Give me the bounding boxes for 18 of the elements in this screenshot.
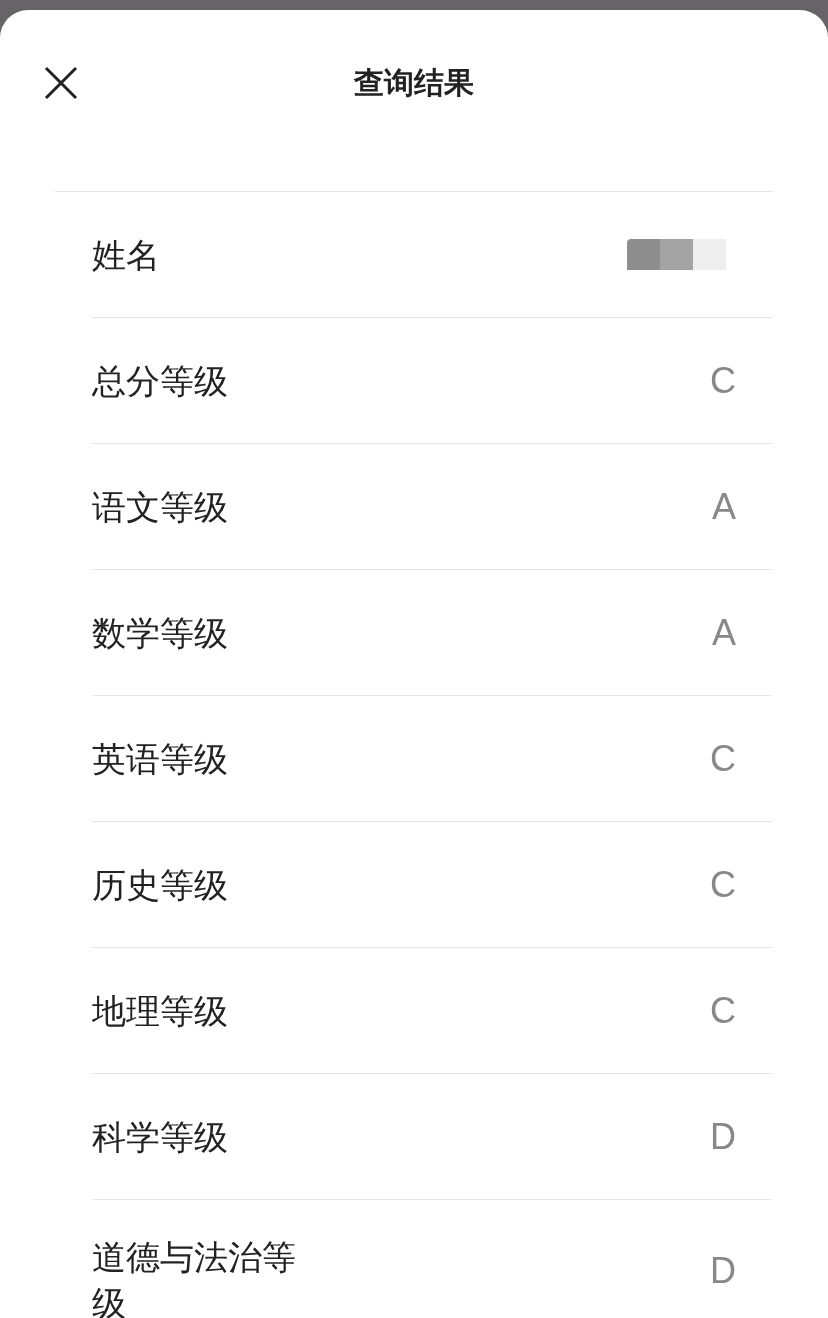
- field-label: 历史等级: [92, 863, 229, 907]
- field-value: A: [712, 611, 736, 654]
- field-label: 科学等级: [92, 1115, 229, 1159]
- field-label: 地理等级: [92, 989, 229, 1033]
- field-value: A: [712, 485, 736, 528]
- field-value: C: [710, 863, 736, 906]
- field-label: 总分等级: [92, 359, 229, 403]
- close-icon: [44, 66, 78, 100]
- field-value: C: [710, 737, 736, 780]
- field-label: 英语等级: [92, 737, 229, 781]
- page-title: 查询结果: [354, 64, 474, 102]
- field-label: 姓名: [92, 233, 161, 277]
- field-value: D: [710, 1250, 736, 1292]
- field-label: 语文等级: [92, 485, 229, 529]
- field-value: C: [710, 989, 736, 1032]
- field-value: D: [710, 1115, 736, 1158]
- field-value: C: [710, 359, 736, 402]
- field-label: 数学等级: [92, 611, 229, 655]
